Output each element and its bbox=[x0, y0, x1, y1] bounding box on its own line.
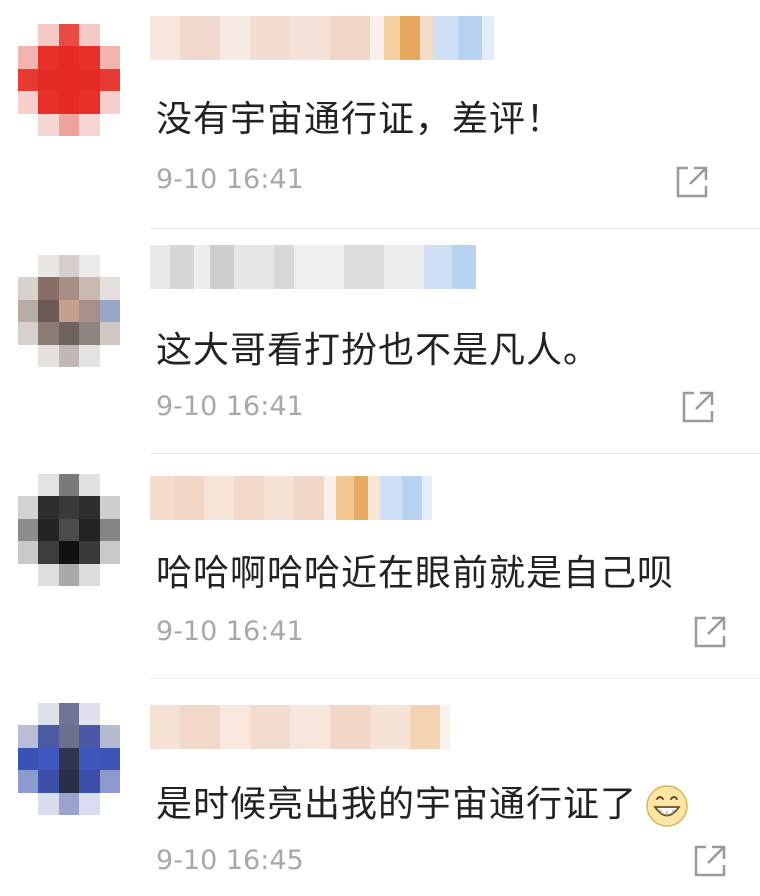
comment-time: 9-10 16:41 bbox=[156, 164, 304, 195]
avatar[interactable] bbox=[18, 255, 120, 367]
comment-item: 这大哥看打扮也不是凡人。 9-10 16:41 bbox=[0, 229, 760, 453]
comment-text: 没有宇宙通行证，差评！ bbox=[156, 99, 564, 140]
share-icon[interactable] bbox=[690, 612, 730, 652]
share-icon[interactable] bbox=[672, 162, 712, 202]
comment-text: 这大哥看打扮也不是凡人。 bbox=[156, 330, 601, 371]
comment-time: 9-10 16:45 bbox=[156, 845, 304, 876]
username-blurred[interactable] bbox=[150, 16, 494, 60]
username-blurred[interactable] bbox=[150, 245, 476, 289]
comment-time: 9-10 16:41 bbox=[156, 616, 304, 647]
comment-time: 9-10 16:41 bbox=[156, 391, 304, 422]
share-icon[interactable] bbox=[690, 841, 730, 881]
avatar[interactable] bbox=[18, 474, 120, 586]
comment-text: 哈哈啊哈哈近在眼前就是自己呗 bbox=[156, 553, 675, 594]
comment-item: 没有宇宙通行证，差评！ 9-10 16:41 bbox=[0, 0, 760, 228]
username-blurred[interactable] bbox=[150, 476, 432, 520]
avatar[interactable] bbox=[18, 703, 120, 815]
comment-item: 是时候亮出我的宇宙通行证了 9-10 16:45 bbox=[0, 679, 760, 896]
comment-text-content: 是时候亮出我的宇宙通行证了 bbox=[156, 784, 638, 825]
comment-text: 是时候亮出我的宇宙通行证了 bbox=[156, 775, 689, 828]
avatar[interactable] bbox=[18, 24, 120, 136]
comment-item: 哈哈啊哈哈近在眼前就是自己呗 9-10 16:41 bbox=[0, 454, 760, 678]
username-blurred[interactable] bbox=[150, 705, 450, 749]
share-icon[interactable] bbox=[678, 387, 718, 427]
grinning-face-emoji bbox=[645, 784, 689, 828]
